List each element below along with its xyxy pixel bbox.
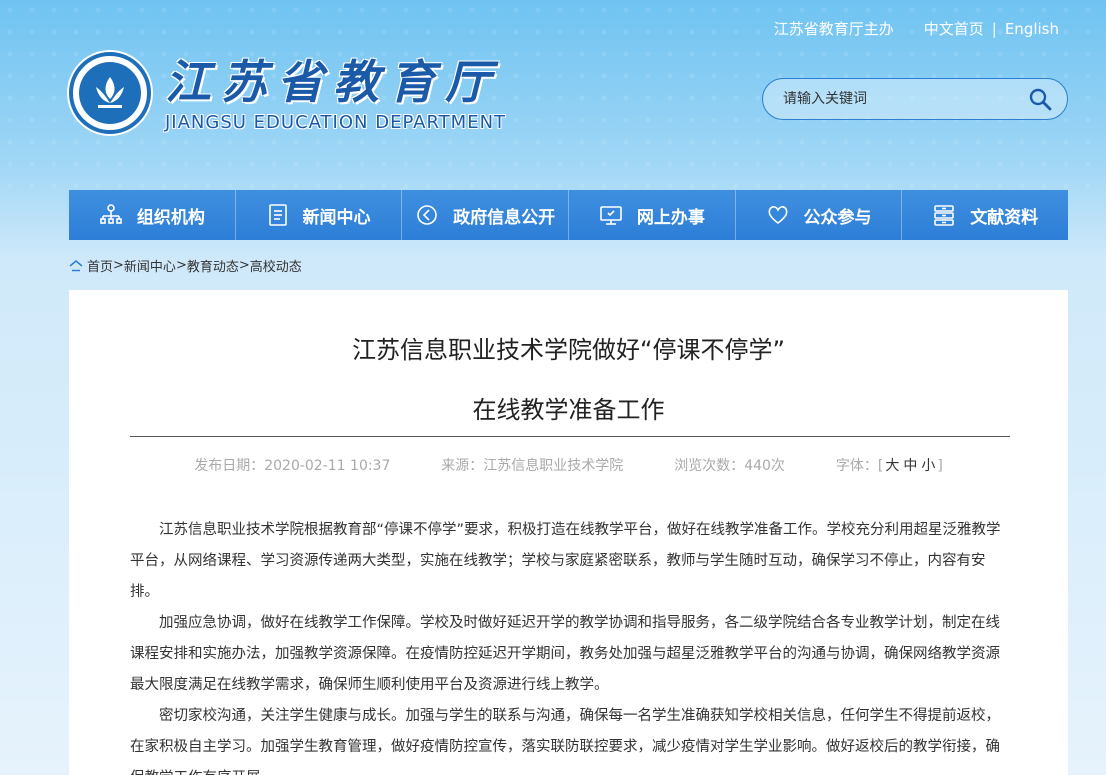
nav-item-public-participation[interactable]: 公众参与 (736, 190, 903, 240)
views-label: 浏览次数： (674, 458, 745, 474)
breadcrumb-home[interactable]: 首页 (87, 256, 113, 275)
site-logo[interactable]: 江苏省教育厅 JIANGSU EDUCATION DEPARTMENT (69, 52, 506, 134)
breadcrumb-edu-news[interactable]: 教育动态 (187, 256, 239, 275)
lang-separator: | (991, 19, 997, 38)
nav-label: 新闻中心 (302, 207, 371, 228)
breadcrumb-separator: > (238, 258, 250, 273)
host-text: 江苏省教育厅主办 (773, 20, 894, 38)
archive-icon (934, 205, 954, 226)
article-title-line1: 江苏信息职业技术学院做好“停课不停学” (352, 336, 785, 364)
article-paragraph: 密切家校沟通，关注学生健康与成长。加强与学生的联系与沟通，确保每一名学生准确获知… (130, 708, 1000, 775)
font-size-control: 字体：[大中小] (836, 458, 943, 474)
source-label: 来源： (441, 458, 484, 474)
nav-label: 政府信息公开 (453, 207, 556, 228)
font-medium-button[interactable]: 中 (903, 458, 917, 474)
article-paragraph: 加强应急协调，做好在线教学工作保障。学校及时做好延迟开学的教学协调和指导服务，各… (130, 615, 1000, 693)
nav-label: 网上办事 (636, 207, 705, 228)
logo-title-en: JIANGSU EDUCATION DEPARTMENT (165, 111, 507, 133)
date-label: 发布日期： (194, 458, 265, 474)
font-bracket-close: ] (937, 458, 943, 474)
home-icon (69, 259, 83, 271)
article-source: 江苏信息职业技术学院 (483, 458, 624, 474)
chinese-home-link[interactable]: 中文首页 (924, 18, 984, 39)
font-large-button[interactable]: 大 (885, 458, 899, 474)
nav-item-organization[interactable]: 组织机构 (69, 190, 236, 240)
heart-icon (768, 206, 788, 225)
publish-date: 2020-02-11 10:37 (264, 458, 391, 474)
nav-item-online-service[interactable]: 网上办事 (569, 190, 736, 240)
nav-item-gov-info[interactable]: 政府信息公开 (402, 190, 570, 240)
search-input[interactable] (783, 91, 1027, 107)
article-title-line2: 在线教学准备工作 (472, 396, 665, 424)
article-meta: 发布日期：2020-02-11 10:37 来源：江苏信息职业技术学院 浏览次数… (69, 455, 1068, 475)
nav-label: 文献资料 (970, 207, 1039, 228)
announcement-icon (417, 205, 437, 225)
document-icon (268, 204, 287, 226)
title-divider (130, 436, 1010, 437)
font-label: 字体： (835, 458, 878, 474)
logo-title-cn: 江苏省教育厅 (165, 54, 501, 109)
search-icon[interactable] (1027, 86, 1053, 112)
org-chart-icon (100, 204, 122, 224)
breadcrumb-separator: > (113, 258, 124, 273)
breadcrumb-university-news[interactable]: 高校动态 (250, 256, 302, 275)
main-nav: 组织机构 新闻中心 政府信息公开 网上办事 公众参与 文献资料 (69, 190, 1068, 240)
emblem-icon (69, 52, 151, 134)
breadcrumb: 首页 > 新闻中心 > 教育动态 > 高校动态 (69, 256, 302, 275)
top-links: 江苏省教育厅主办 中文首页 | English (774, 18, 1059, 39)
nav-item-news[interactable]: 新闻中心 (236, 190, 403, 240)
article-body: 江苏信息职业技术学院根据教育部“停课不停学”要求，积极打造在线教学平台，做好在线… (130, 515, 1010, 775)
article-paragraph: 江苏信息职业技术学院根据教育部“停课不停学”要求，积极打造在线教学平台，做好在线… (130, 522, 1001, 600)
nav-item-documents[interactable]: 文献资料 (902, 190, 1068, 240)
font-bracket-open: [ (877, 458, 884, 474)
nav-label: 组织机构 (136, 207, 205, 228)
english-link[interactable]: English (1005, 20, 1059, 38)
breadcrumb-separator: > (175, 258, 187, 273)
font-small-button[interactable]: 小 (921, 458, 935, 474)
search-box (762, 78, 1068, 120)
article-panel: 江苏信息职业技术学院做好“停课不停学” 在线教学准备工作 发布日期：2020-0… (69, 290, 1068, 775)
nav-label: 公众参与 (803, 207, 872, 228)
view-count: 440次 (744, 458, 785, 474)
monitor-icon (600, 206, 622, 225)
breadcrumb-news-center[interactable]: 新闻中心 (124, 256, 176, 275)
